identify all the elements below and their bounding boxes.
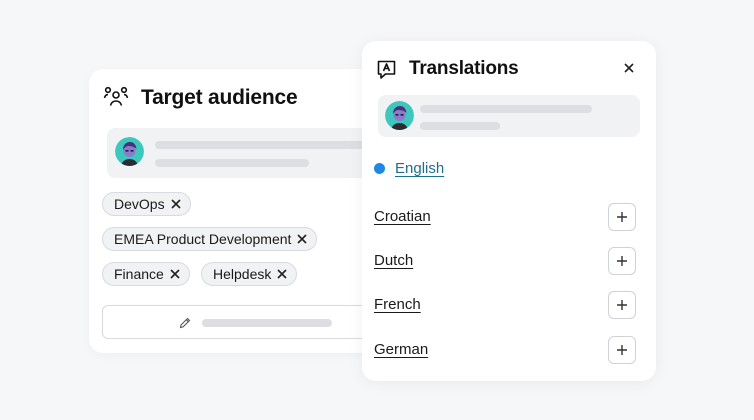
- active-language-link[interactable]: English: [395, 160, 444, 177]
- add-translation-button[interactable]: [608, 247, 636, 275]
- language-row: French: [374, 291, 636, 319]
- translate-icon: [376, 59, 397, 80]
- add-translation-button[interactable]: [608, 203, 636, 231]
- pencil-icon: [179, 316, 191, 334]
- tag-chip[interactable]: Finance: [102, 262, 190, 286]
- plus-icon: [617, 212, 627, 222]
- active-status-dot: [374, 163, 385, 174]
- close-icon[interactable]: [622, 61, 636, 75]
- add-translation-button[interactable]: [608, 336, 636, 364]
- remove-tag-icon[interactable]: [171, 199, 181, 209]
- avatar: [115, 137, 144, 166]
- language-row: Croatian: [374, 203, 636, 231]
- field-placeholder-bar: [202, 319, 332, 327]
- translations-panel: Translations English Croatian Dutch Fren…: [362, 41, 656, 381]
- tag-chip[interactable]: Helpdesk: [201, 262, 298, 286]
- add-translation-button[interactable]: [608, 291, 636, 319]
- remove-tag-icon[interactable]: [170, 269, 180, 279]
- name-placeholder-bar: [420, 105, 592, 113]
- tag-label: EMEA Product Development: [114, 231, 292, 247]
- plus-icon: [617, 256, 627, 266]
- language-link[interactable]: Dutch: [374, 252, 413, 269]
- language-row: German: [374, 336, 636, 364]
- translations-header: Translations: [376, 58, 519, 80]
- user-placeholder-row: [378, 95, 640, 137]
- language-link[interactable]: Croatian: [374, 208, 431, 225]
- tag-label: DevOps: [114, 196, 165, 212]
- detail-placeholder-bar: [155, 159, 309, 167]
- avatar: [385, 101, 414, 130]
- remove-tag-icon[interactable]: [297, 234, 307, 244]
- tag-label: Finance: [114, 266, 164, 282]
- translations-title: Translations: [409, 58, 519, 79]
- tag-chip[interactable]: DevOps: [102, 192, 191, 216]
- plus-icon: [617, 345, 627, 355]
- remove-tag-icon[interactable]: [277, 269, 287, 279]
- tag-chip[interactable]: EMEA Product Development: [102, 227, 318, 251]
- audience-header: Target audience: [103, 85, 298, 111]
- active-language[interactable]: English: [374, 160, 444, 177]
- plus-icon: [617, 300, 627, 310]
- edit-audience-field[interactable]: [102, 305, 402, 339]
- language-row: Dutch: [374, 247, 636, 275]
- language-link[interactable]: French: [374, 296, 421, 313]
- people-group-icon: [103, 85, 129, 111]
- language-link[interactable]: German: [374, 341, 428, 358]
- audience-title: Target audience: [141, 86, 298, 109]
- tag-label: Helpdesk: [213, 266, 272, 282]
- detail-placeholder-bar: [420, 122, 500, 130]
